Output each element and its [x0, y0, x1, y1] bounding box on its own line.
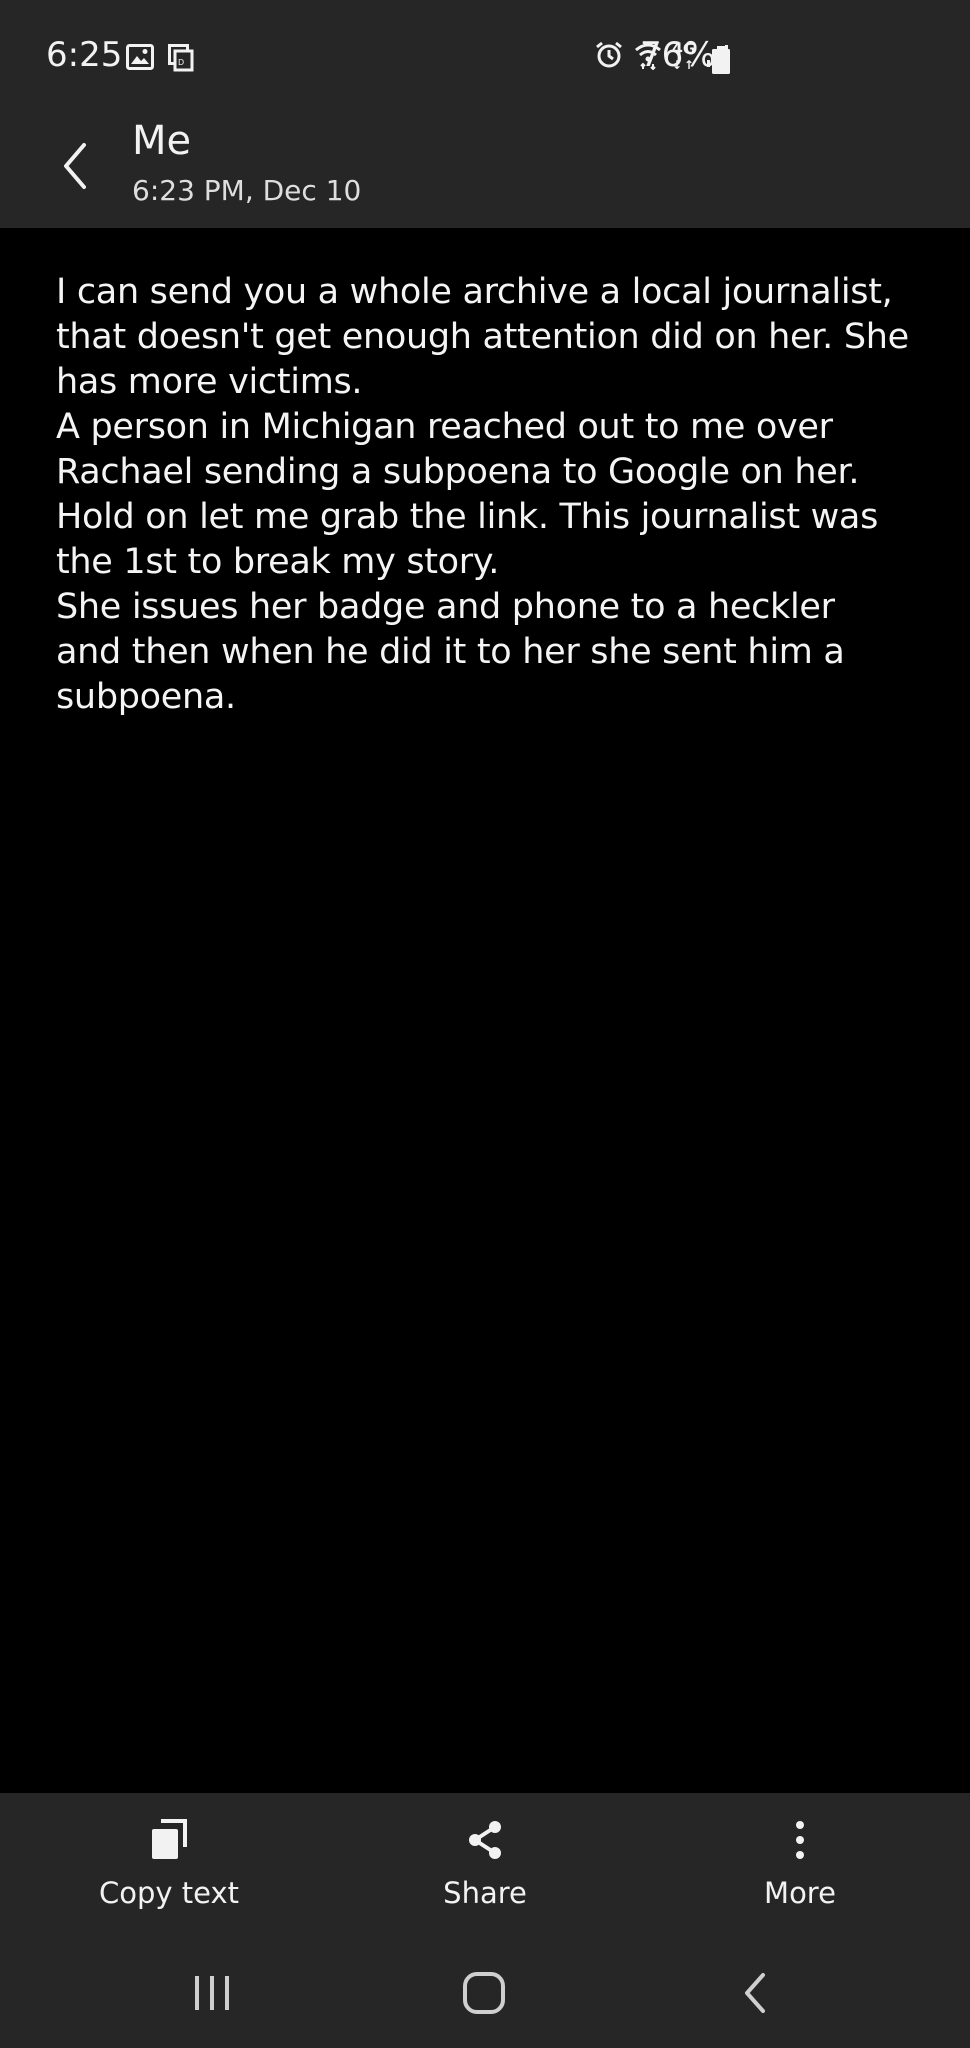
- copy-text-label: Copy text: [98, 1876, 239, 1910]
- recent-apps-button[interactable]: [172, 1968, 252, 2018]
- svg-text:D: D: [178, 58, 184, 67]
- nav-back-icon: [745, 1973, 765, 2013]
- home-icon: [463, 1972, 505, 2014]
- copy-icon: [149, 1816, 189, 1864]
- home-button[interactable]: [444, 1968, 524, 2018]
- status-time: 6:25: [46, 35, 123, 75]
- page-title: Me: [132, 118, 192, 164]
- notification-icon: D: [168, 44, 194, 76]
- share-label: Share: [443, 1876, 527, 1910]
- gallery-icon: [126, 44, 154, 76]
- battery-icon: [712, 46, 730, 74]
- more-button[interactable]: More: [690, 1816, 910, 1926]
- message-timestamp: 6:23 PM, Dec 10: [132, 174, 362, 207]
- status-left-icons: D: [126, 44, 194, 76]
- more-label: More: [764, 1876, 836, 1910]
- recent-apps-icon: [195, 1976, 229, 2010]
- copy-text-button[interactable]: Copy text: [59, 1816, 279, 1926]
- battery-percent: 76%: [640, 35, 716, 75]
- more-vertical-icon: [794, 1816, 806, 1864]
- share-button[interactable]: Share: [375, 1816, 595, 1926]
- back-button[interactable]: [50, 136, 100, 196]
- chevron-left-icon: [64, 143, 86, 189]
- share-icon: [465, 1816, 505, 1864]
- nav-back-button[interactable]: [716, 1968, 796, 2018]
- message-text: I can send you a whole archive a local j…: [56, 272, 909, 717]
- alarm-icon: [594, 40, 624, 74]
